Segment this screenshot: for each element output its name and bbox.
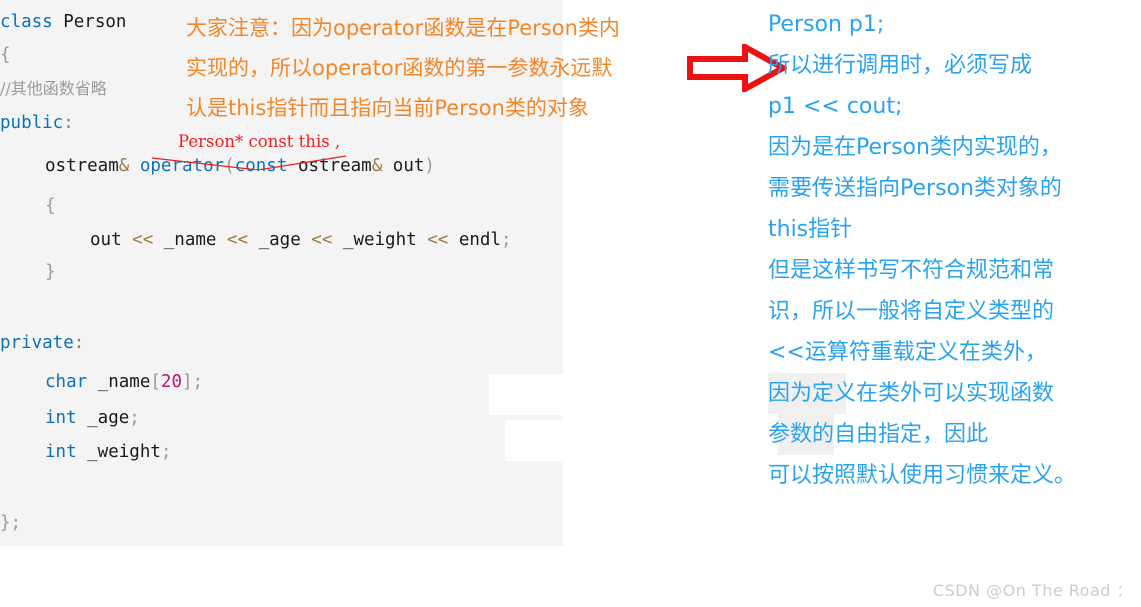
code-token: {: [45, 196, 56, 216]
code-line: //其他函数省略: [0, 79, 107, 99]
code-token: <<: [311, 230, 333, 250]
code-token: Person: [63, 12, 127, 32]
red-annotation-underline-icon: [151, 155, 347, 170]
blue-annotation-text: 需要传送指向Person类对象的: [768, 176, 1062, 201]
code-line: out << _name << _age << _weight << endl;: [0, 230, 512, 250]
white-occluder-patch: [489, 374, 563, 415]
code-token: ;: [160, 442, 172, 462]
code-line: int _weight;: [0, 442, 171, 462]
code-token: _weight: [76, 442, 161, 462]
code-token: out: [382, 156, 425, 176]
code-token: _name: [153, 230, 227, 250]
code-line: char _name[20];: [0, 372, 203, 392]
code-token: :: [63, 113, 74, 133]
blue-annotation-text: 因为是在Person类内实现的，: [768, 135, 1062, 160]
code-token: <<: [427, 230, 449, 250]
code-token: _name: [87, 372, 151, 392]
code-token: ;: [192, 372, 204, 392]
code-token: _age: [248, 230, 312, 250]
code-token: {: [0, 45, 11, 65]
code-token: <<: [132, 230, 154, 250]
code-line: {: [0, 196, 56, 216]
code-token: &: [118, 156, 130, 176]
blue-annotation-text: 因为定义在类外可以实现函数: [768, 381, 1055, 406]
blue-annotation-text: <<运算符重载定义在类外，: [768, 340, 1047, 365]
code-token: }: [0, 513, 11, 533]
blue-annotation-text: 识，所以一般将自定义类型的: [768, 299, 1055, 324]
code-token: out: [90, 230, 122, 250]
csdn-watermark: CSDN @On The Road ：: [932, 581, 1133, 600]
blue-annotation-line: 所以进行调用时，必须写成: [768, 45, 1141, 86]
code-token: public: [0, 113, 64, 133]
code-token: ;: [500, 230, 512, 250]
orange-annotation-line: 实现的，所以operator函数的第一参数永远默: [186, 56, 613, 80]
blue-annotation-line: p1 << cout;: [768, 86, 1141, 127]
code-line: int _age;: [0, 408, 140, 428]
code-line: class Person: [0, 12, 126, 32]
code-token: ostream: [45, 156, 119, 176]
blue-annotation-line: <<运算符重载定义在类外，: [768, 332, 1141, 373]
code-token: }: [45, 262, 56, 282]
blue-annotation-line: Person p1;: [768, 4, 1141, 45]
blue-annotation-line: 因为是在Person类内实现的，: [768, 127, 1141, 168]
blue-annotation-line: 参数的自由指定，因此: [768, 414, 1141, 455]
code-line: public:: [0, 113, 74, 133]
code-token: ]: [182, 372, 193, 392]
blue-annotation-text: 所以进行调用时，必须写成: [768, 53, 1033, 78]
code-token: <<: [227, 230, 249, 250]
code-token: ;: [129, 408, 140, 428]
code-token: _weight: [332, 230, 428, 250]
blue-annotation-line: 但是这样书写不符合规范和常: [768, 250, 1141, 291]
blue-annotation-text: 但是这样书写不符合规范和常: [768, 258, 1055, 283]
code-token: endl: [448, 230, 501, 250]
code-token: //其他函数省略: [0, 79, 107, 98]
screenshot-canvas: class Person{//其他函数省略 public: ostream& ope…: [0, 0, 1141, 607]
code-token: [: [150, 372, 161, 392]
code-token: int: [45, 442, 77, 462]
code-line: };: [0, 513, 21, 533]
code-line: }: [0, 262, 56, 282]
blue-annotation-block: Person p1; 所以进行调用时，必须写成 p1 << cout; 因为是在Per…: [768, 4, 1141, 496]
code-token: int: [45, 408, 77, 428]
code-token: private: [0, 333, 74, 353]
blue-annotation-text: p1 << cout;: [768, 94, 903, 119]
code-token: _age: [76, 408, 130, 428]
code-token: 20: [160, 372, 182, 392]
code-token: ): [424, 156, 435, 176]
blue-annotation-line: 识，所以一般将自定义类型的: [768, 291, 1141, 332]
orange-annotation-line: 认是this指针而且指向当前Person类的对象: [186, 96, 589, 120]
blue-annotation-text: Person p1;: [768, 12, 885, 37]
orange-annotation-line: 大家注意：因为operator函数是在Person类内: [186, 16, 620, 40]
code-line: {: [0, 45, 11, 65]
code-token: &: [371, 156, 383, 176]
orange-annotation-text: 大家注意：因为operator函数是在Person类内 实现的，所以operato…: [186, 8, 620, 128]
code-token: :: [73, 333, 85, 353]
code-line: private:: [0, 333, 84, 353]
blue-annotation-line: 可以按照默认使用习惯来定义。: [768, 455, 1141, 496]
code-token: class: [0, 12, 53, 32]
code-token: char: [45, 372, 88, 392]
code-token: ;: [10, 513, 22, 533]
blue-annotation-text: 参数的自由指定，因此: [768, 422, 989, 447]
blue-annotation-line: this指针: [768, 209, 1141, 250]
blue-annotation-text: this指针: [768, 217, 853, 242]
blue-annotation-line: 需要传送指向Person类对象的: [768, 168, 1141, 209]
blue-annotation-text: 可以按照默认使用习惯来定义。: [768, 463, 1077, 488]
white-occluder-patch: [505, 420, 563, 461]
blue-annotation-line: 因为定义在类外可以实现函数: [768, 373, 1141, 414]
